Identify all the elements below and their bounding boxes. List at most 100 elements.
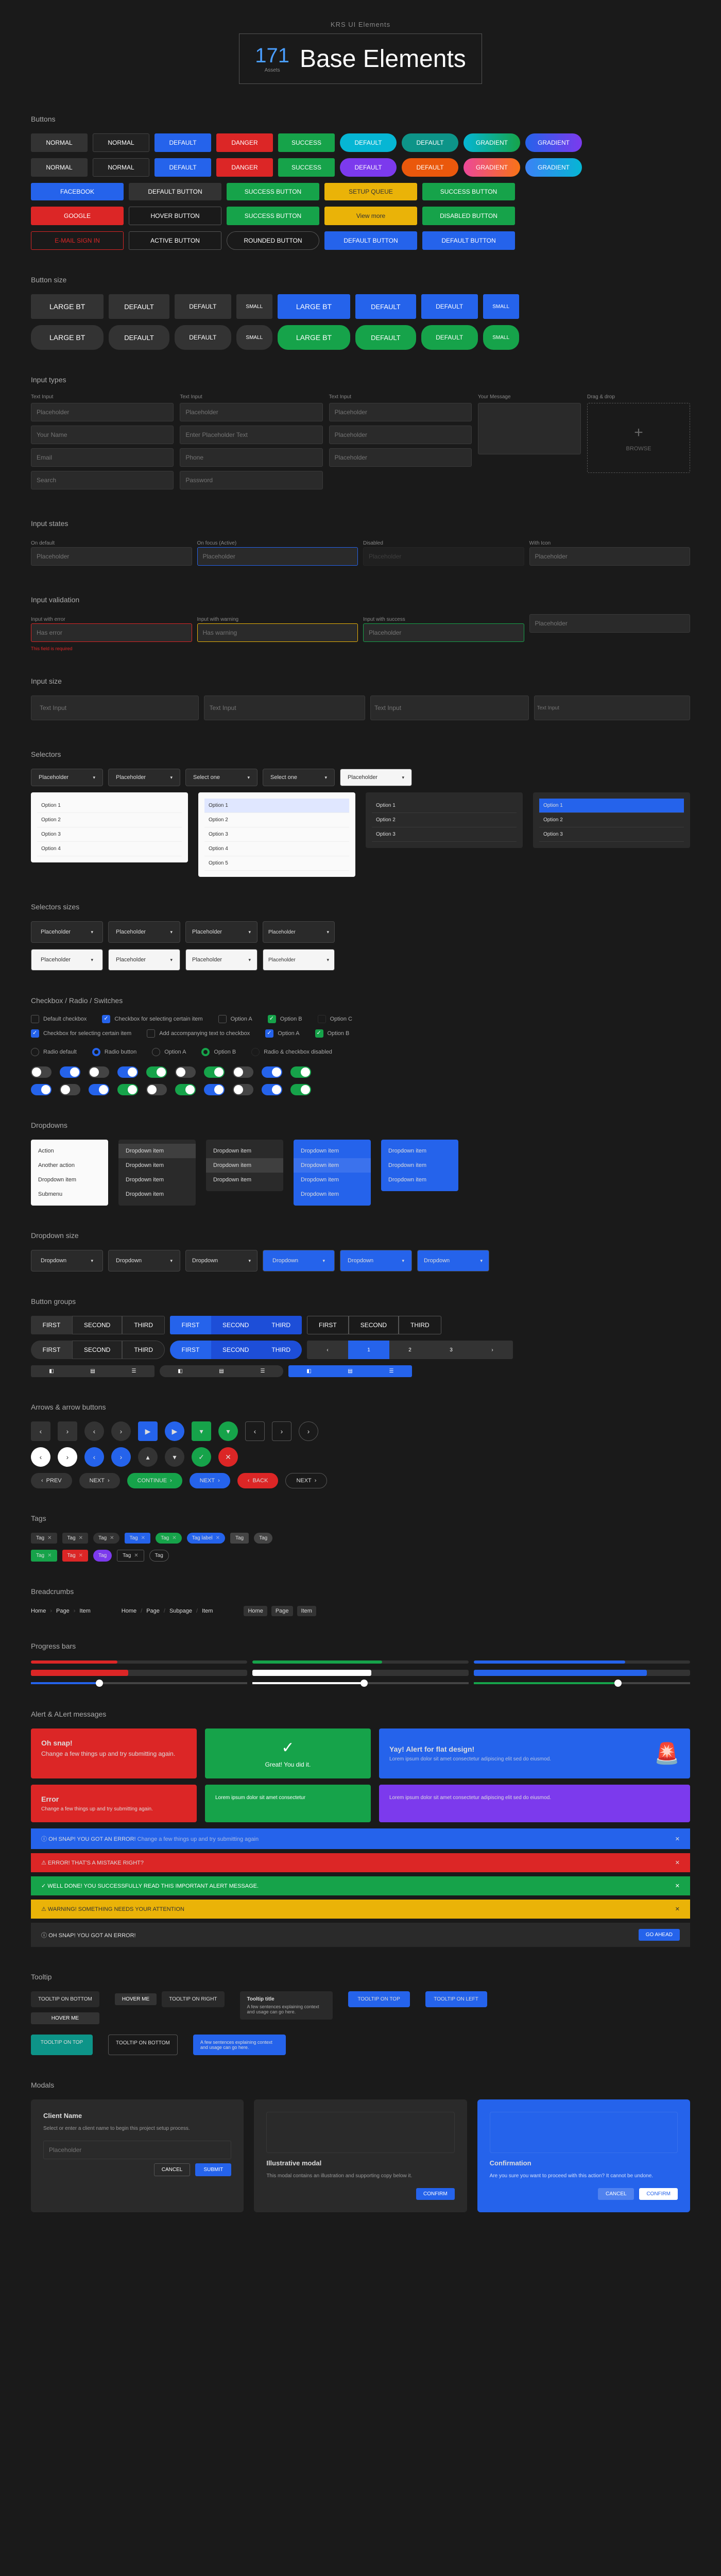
btn-default-row2[interactable]: DEFAULT: [154, 158, 211, 177]
cb-1[interactable]: [31, 1015, 39, 1023]
btn-default-pill-cyan[interactable]: DEFAULT: [340, 133, 397, 152]
close-icon[interactable]: ✕: [172, 1535, 176, 1541]
size-large-green-pill[interactable]: LARGE BT: [278, 325, 350, 350]
toggle-19[interactable]: [262, 1084, 282, 1095]
bg-dark-1[interactable]: FIRST: [31, 1316, 72, 1334]
input-text-9[interactable]: [329, 403, 472, 421]
cb-6[interactable]: [147, 1029, 155, 1038]
dd-sz-md[interactable]: Dropdown: [108, 1250, 180, 1272]
dropdown-light[interactable]: Action Another action Dropdown item Subm…: [31, 1140, 108, 1206]
arrow-white-1[interactable]: ‹: [31, 1447, 50, 1467]
pill-outline[interactable]: NEXT ›: [285, 1473, 327, 1488]
close-icon[interactable]: ✕: [110, 1535, 114, 1541]
tag-3[interactable]: Tag✕: [93, 1533, 119, 1544]
selector-1[interactable]: Placeholder: [31, 769, 103, 786]
bg-out-2[interactable]: SECOND: [349, 1316, 399, 1334]
cb-4[interactable]: [268, 1015, 276, 1023]
btn-default-blue[interactable]: DEFAULT: [154, 133, 211, 152]
size-large-blue[interactable]: LARGE BT: [278, 294, 350, 319]
toggle-13[interactable]: [89, 1084, 109, 1095]
size-default-dark[interactable]: DEFAULT: [175, 294, 231, 319]
textarea-1[interactable]: [478, 403, 581, 454]
bg-out-3[interactable]: THIRD: [399, 1316, 441, 1334]
toggle-10[interactable]: [290, 1066, 311, 1078]
dd-dark2-3[interactable]: Dropdown item: [206, 1173, 283, 1187]
selector-light[interactable]: Placeholder: [340, 769, 412, 786]
modal3-confirm[interactable]: CONFIRM: [639, 2188, 678, 2200]
input-size-xs[interactable]: [534, 696, 691, 720]
page-2[interactable]: 2: [389, 1341, 431, 1359]
btn-danger-row2[interactable]: DANGER: [216, 158, 273, 177]
btn-default-pill-teal[interactable]: DEFAULT: [402, 133, 458, 152]
sel-light-xs[interactable]: Placeholder: [263, 949, 335, 971]
arrow-outline-right-icon[interactable]: ›: [272, 1421, 291, 1441]
cb-7[interactable]: [265, 1029, 273, 1038]
btn-normal-row2b[interactable]: NORMAL: [93, 158, 149, 177]
input-size-md[interactable]: [204, 696, 366, 720]
select-list-dark-2[interactable]: Option 1 Option 2 Option 3: [533, 792, 690, 848]
size-default-green-pill-lg[interactable]: DEFAULT: [355, 325, 416, 350]
btn-email-signin[interactable]: E-MAIL SIGN IN: [31, 231, 124, 250]
btn-disabled-wide[interactable]: DISABLED BUTTON: [422, 207, 515, 225]
toggle-11[interactable]: [31, 1084, 52, 1095]
modal1-cancel[interactable]: CANCEL: [154, 2163, 191, 2176]
selector-2[interactable]: Placeholder: [108, 769, 180, 786]
page-3[interactable]: 3: [431, 1341, 472, 1359]
bg-icb-3[interactable]: ☰: [371, 1365, 412, 1377]
size-large-dark-pill[interactable]: LARGE BT: [31, 325, 104, 350]
sel-size-sm[interactable]: Placeholder: [185, 921, 258, 943]
select-opt-3[interactable]: Option 3: [37, 827, 182, 842]
bg-icon-1[interactable]: ◧: [31, 1365, 72, 1377]
size-small-green-pill[interactable]: SMALL: [483, 325, 519, 350]
crumb2-home[interactable]: Home: [122, 1608, 136, 1614]
close-icon[interactable]: ✕: [675, 1906, 680, 1912]
cb-8[interactable]: [315, 1029, 323, 1038]
arrow-down-green-circle-icon[interactable]: ▾: [218, 1421, 238, 1441]
crumb2-sub[interactable]: Subpage: [169, 1608, 192, 1614]
select-opt-4[interactable]: Option 4: [37, 842, 182, 856]
dd-sz-lg[interactable]: Dropdown: [31, 1250, 103, 1272]
bg-icb-2[interactable]: ▤: [330, 1365, 371, 1377]
close-icon[interactable]: ✕: [675, 1883, 680, 1889]
input-val-plain[interactable]: [529, 614, 691, 633]
input-val-success[interactable]: [363, 623, 524, 642]
bg-dkp-3[interactable]: THIRD: [122, 1341, 165, 1359]
toggle-5[interactable]: [146, 1066, 167, 1078]
sel-size-xs[interactable]: Placeholder: [263, 921, 335, 943]
dd-blue-3[interactable]: Dropdown item: [294, 1173, 371, 1187]
toggle-3[interactable]: [89, 1066, 109, 1078]
size-default-blue[interactable]: DEFAULT: [421, 294, 478, 319]
toggle-15[interactable]: [146, 1084, 167, 1095]
close-icon[interactable]: ✕: [675, 1859, 680, 1866]
size-small-dark[interactable]: SMALL: [236, 294, 272, 319]
input-text-7[interactable]: [180, 448, 322, 467]
btn-setup-queue[interactable]: SETUP QUEUE: [324, 183, 417, 200]
toggle-2[interactable]: [60, 1066, 80, 1078]
slider-2[interactable]: [252, 1682, 469, 1684]
dd-dark2-2[interactable]: Dropdown item: [206, 1158, 283, 1173]
arrow-down-green-icon[interactable]: ▾: [192, 1421, 211, 1441]
input-text-4[interactable]: [31, 471, 174, 489]
btn-view-more[interactable]: View more: [324, 207, 417, 225]
btn-hover-outline[interactable]: HOVER BUTTON: [129, 207, 221, 225]
toggle-9[interactable]: [262, 1066, 282, 1078]
btn-success-wide2[interactable]: SUCCESS BUTTON: [422, 183, 515, 200]
tag-4[interactable]: Tag: [230, 1533, 249, 1544]
select-opt-b5[interactable]: Option 5: [204, 856, 349, 871]
input-text-10[interactable]: [329, 426, 472, 444]
radio-4[interactable]: [201, 1048, 210, 1056]
size-small-blue[interactable]: SMALL: [483, 294, 519, 319]
select-opt-dactive[interactable]: Option 1: [539, 799, 684, 813]
bg-blp-2[interactable]: SECOND: [211, 1341, 260, 1359]
arrow-play-circle-icon[interactable]: ▶: [165, 1421, 184, 1441]
input-state-icon[interactable]: [529, 547, 691, 566]
sel-size-lg[interactable]: Placeholder: [31, 921, 103, 943]
sel-light-sm[interactable]: Placeholder: [185, 949, 258, 971]
btn-gradient-1[interactable]: GRADIENT: [464, 133, 520, 152]
cb-3[interactable]: [218, 1015, 227, 1023]
size-large-dark[interactable]: LARGE BT: [31, 294, 104, 319]
dropdown-blue-2[interactable]: Dropdown item Dropdown item Dropdown ite…: [381, 1140, 458, 1191]
select-opt-2[interactable]: Option 2: [37, 813, 182, 827]
close-icon[interactable]: ✕: [47, 1535, 52, 1541]
slider-1[interactable]: [31, 1682, 247, 1684]
